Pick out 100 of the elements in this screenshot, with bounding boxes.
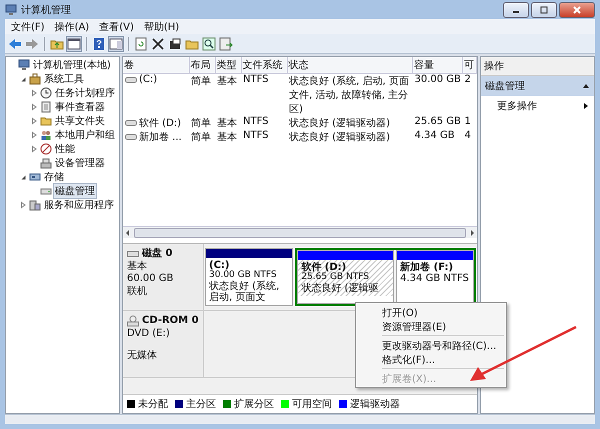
menu-item[interactable]: 查看(V) bbox=[99, 20, 134, 34]
gauge-icon bbox=[40, 143, 52, 155]
tree-item[interactable]: 存储 bbox=[43, 170, 65, 184]
partition-block[interactable]: 新加卷 (F:) 4.34 GB NTFS bbox=[396, 250, 474, 304]
table-cell-text: 4.34 GB bbox=[414, 130, 456, 143]
tree-item[interactable]: 系统工具 bbox=[43, 72, 85, 86]
menu-item[interactable]: 资源管理器(E) bbox=[356, 319, 506, 333]
expand-toggle-icon[interactable] bbox=[30, 131, 38, 139]
menu-item[interactable]: 文件(F) bbox=[11, 20, 45, 34]
window-title: 计算机管理 bbox=[21, 4, 71, 16]
scroll-left-icon[interactable] bbox=[125, 228, 131, 236]
tree-item[interactable]: 磁盘管理 bbox=[54, 184, 96, 198]
disk-size: 60.00 GB bbox=[127, 273, 174, 284]
disk-name: CD-ROM 0 bbox=[142, 315, 199, 327]
disk-type: DVD (E:) bbox=[127, 328, 171, 340]
pane-icon[interactable] bbox=[67, 36, 81, 50]
magnifier-icon[interactable] bbox=[202, 36, 216, 50]
table-cell-text: 状态良好 (逻辑驱动器) bbox=[288, 130, 391, 144]
maximize-button[interactable] bbox=[531, 2, 557, 18]
action-link[interactable]: 更多操作 bbox=[497, 99, 537, 113]
pane-icon[interactable] bbox=[109, 36, 123, 50]
scroll-right-icon[interactable] bbox=[469, 228, 475, 236]
actions-section[interactable]: 磁盘管理 bbox=[481, 76, 594, 96]
disk-status: 联机 bbox=[127, 286, 148, 297]
properties-icon[interactable] bbox=[168, 36, 182, 50]
expand-toggle-icon[interactable] bbox=[30, 117, 38, 125]
tree-item[interactable]: 性能 bbox=[54, 142, 76, 156]
device-icon bbox=[40, 157, 52, 169]
column-header[interactable]: 容量 bbox=[412, 57, 462, 74]
close-button[interactable] bbox=[559, 2, 595, 18]
table-cell-text: 简单 bbox=[190, 116, 212, 130]
partition-status: 状态良好 (逻辑驱 bbox=[301, 282, 380, 294]
folder-icon bbox=[40, 115, 52, 127]
disk-status: 无媒体 bbox=[127, 350, 158, 361]
tree-item[interactable]: 事件查看器 bbox=[54, 100, 106, 114]
table-cell-text: NTFS bbox=[242, 130, 270, 143]
export-icon[interactable] bbox=[219, 36, 233, 50]
partition-size: 4.34 GB NTFS bbox=[400, 273, 470, 284]
partition-size: 30.00 GB NTFS bbox=[209, 271, 278, 280]
partition-block[interactable]: (C:) 30.00 GB NTFS 状态良好 (系统, 启动, 页面文 bbox=[205, 248, 294, 306]
tree-item[interactable]: 共享文件夹 bbox=[54, 114, 106, 128]
column-header[interactable]: 状态 bbox=[287, 57, 412, 74]
tree-item[interactable]: 任务计划程序 bbox=[54, 86, 116, 100]
table-cell: 30.00 GB bbox=[412, 74, 462, 116]
tree-item[interactable]: 设备管理器 bbox=[54, 156, 106, 170]
column-header[interactable]: 文件系统 bbox=[241, 57, 287, 74]
table-cell-text: 状态良好 (逻辑驱动器) bbox=[288, 116, 391, 130]
maximize-icon bbox=[539, 4, 549, 14]
legend-label: 未分配 bbox=[138, 398, 168, 411]
expand-toggle-icon[interactable] bbox=[19, 201, 27, 209]
tree-item[interactable]: 计算机管理(本地) bbox=[32, 58, 112, 72]
delete-icon[interactable] bbox=[151, 36, 165, 50]
menu-item[interactable]: 操作(A) bbox=[54, 20, 90, 34]
tree-item[interactable]: 本地用户和组 bbox=[54, 128, 116, 142]
expand-toggle-icon[interactable] bbox=[30, 145, 38, 153]
column-header[interactable]: 布局 bbox=[189, 57, 215, 74]
table-cell-text: 基本 bbox=[216, 116, 238, 130]
monitor-icon bbox=[18, 59, 30, 71]
back-arrow-icon[interactable] bbox=[8, 36, 22, 50]
table-cell-text: 新加卷 ... bbox=[139, 130, 182, 144]
table-cell-text: NTFS bbox=[242, 116, 270, 129]
disk-label-panel[interactable]: 磁盘 0 基本 60.00 GB 联机 bbox=[123, 244, 204, 310]
collapse-toggle-icon[interactable] bbox=[19, 173, 27, 181]
legend-label: 主分区 bbox=[186, 398, 216, 411]
menu-item[interactable]: 打开(O) bbox=[356, 305, 506, 319]
collapse-toggle-icon[interactable] bbox=[19, 75, 27, 83]
actions-header: 操作 bbox=[481, 57, 594, 76]
table-cell-text: 简单 bbox=[190, 130, 212, 144]
app-icon bbox=[5, 4, 17, 16]
legend-label: 逻辑驱动器 bbox=[350, 398, 400, 411]
expand-toggle-icon[interactable] bbox=[30, 89, 38, 97]
column-header[interactable]: 可 bbox=[462, 57, 476, 74]
collapse-icon[interactable] bbox=[582, 82, 590, 90]
menu-item[interactable]: 格式化(F)... bbox=[356, 352, 506, 366]
horizontal-scrollbar[interactable] bbox=[123, 226, 477, 238]
table-cell: 状态良好 (系统, 启动, 页面文件, 活动, 故障转储, 主分区) bbox=[287, 74, 412, 116]
clock-icon bbox=[40, 87, 52, 99]
column-header[interactable]: 卷 bbox=[123, 57, 189, 74]
refresh-icon[interactable] bbox=[134, 36, 148, 50]
scrollbar-thumb[interactable] bbox=[134, 228, 466, 238]
expand-toggle-icon[interactable] bbox=[30, 103, 38, 111]
partition-block[interactable]: 软件 (D:) 25.65 GB NTFS 状态良好 (逻辑驱 bbox=[297, 250, 394, 304]
partition-status: 状态良好 (系统, 启动, 页面文 bbox=[209, 280, 280, 303]
tree-item[interactable]: 服务和应用程序 bbox=[43, 198, 115, 212]
table-cell: (C:) bbox=[139, 74, 158, 85]
section-title: 磁盘管理 bbox=[485, 80, 525, 93]
column-header[interactable]: 类型 bbox=[215, 57, 241, 74]
menu-item[interactable]: 帮助(H) bbox=[144, 20, 180, 34]
help-icon[interactable] bbox=[92, 36, 106, 50]
drive-icon bbox=[29, 171, 41, 183]
minimize-button[interactable] bbox=[503, 2, 529, 18]
legend-label: 扩展分区 bbox=[234, 398, 274, 411]
partition-size: 25.65 GB NTFS bbox=[301, 273, 370, 282]
partition-name: 软件 (D:) bbox=[301, 262, 346, 273]
table-cell-text: 软件 (D:) bbox=[139, 117, 182, 130]
menu-item[interactable]: 更改驱动器号和路径(C)... bbox=[356, 338, 506, 352]
disk-label-panel[interactable]: CD-ROM 0 DVD (E:) 无媒体 bbox=[123, 311, 204, 377]
table-cell: 简单 bbox=[189, 74, 215, 116]
disk-type: 基本 bbox=[127, 260, 148, 272]
cd-drive-icon bbox=[127, 315, 139, 327]
